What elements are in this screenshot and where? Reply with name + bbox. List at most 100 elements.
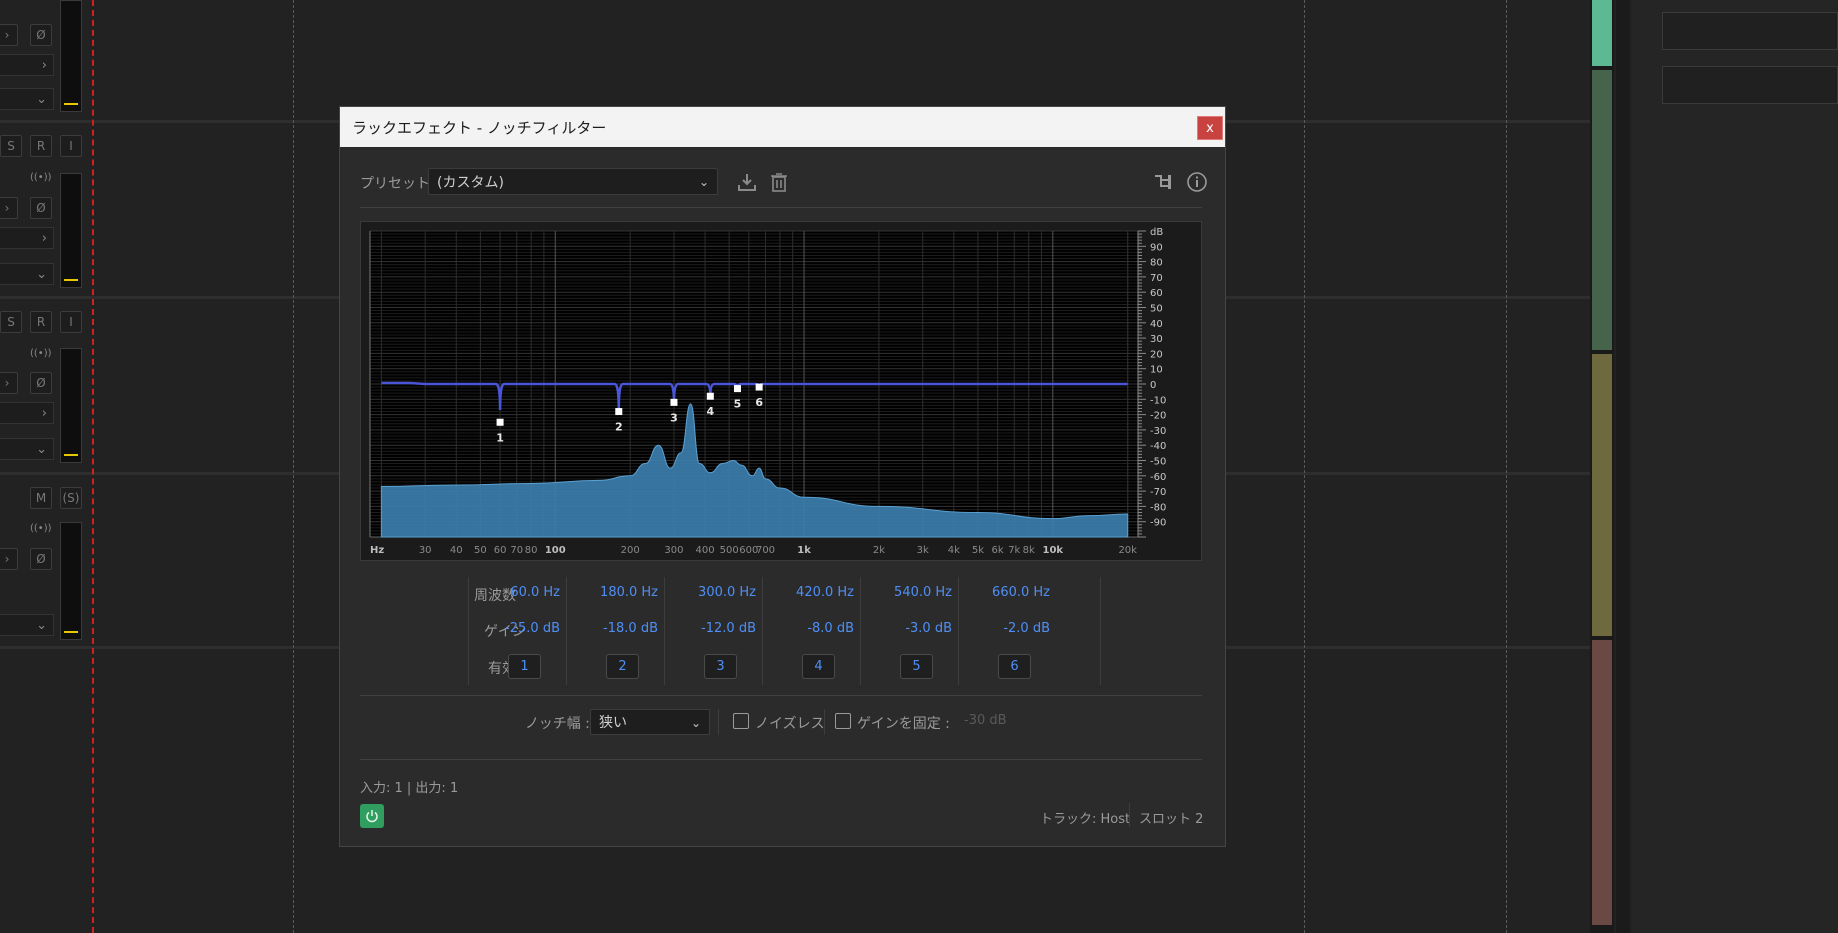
band-enable-button[interactable]: 2 <box>606 654 639 679</box>
clip-overview[interactable] <box>1592 70 1612 350</box>
column-separator <box>958 577 959 685</box>
band-enable-button[interactable]: 1 <box>508 654 541 679</box>
phase-invert-button[interactable]: Ø <box>30 24 52 46</box>
x-tick-label: 4k <box>948 545 960 556</box>
input-icon: ((•)) <box>30 523 52 534</box>
solo-button[interactable]: S <box>0 311 22 333</box>
y-tick-label: -50 <box>1150 457 1166 468</box>
x-tick-label: 60 <box>494 545 507 556</box>
y-tick-label: 10 <box>1150 365 1163 376</box>
mute-button[interactable]: M <box>30 487 52 509</box>
notch-handle[interactable] <box>755 383 763 391</box>
x-tick-label: 700 <box>756 545 775 556</box>
band-frequency-value[interactable]: 180.0 Hz <box>568 585 658 600</box>
band-gain-value[interactable]: -2.0 dB <box>960 621 1050 636</box>
clip-overview[interactable] <box>1592 0 1612 66</box>
band-gain-value[interactable]: -12.0 dB <box>666 621 756 636</box>
panel-field[interactable] <box>1662 12 1838 50</box>
output-field[interactable]: ⌄ <box>0 88 54 110</box>
x-tick-label: 400 <box>695 545 714 556</box>
notch-handle[interactable] <box>733 385 741 393</box>
notch-handle[interactable] <box>670 398 678 406</box>
fix-gain-value[interactable]: -30 dB <box>964 713 1007 728</box>
phase-invert-button[interactable]: Ø <box>30 372 52 394</box>
y-tick-label: 60 <box>1150 288 1163 299</box>
level-meter <box>60 0 82 112</box>
band-frequency-value[interactable]: 660.0 Hz <box>960 585 1050 600</box>
fix-gain-checkbox[interactable] <box>835 713 851 729</box>
expand-button[interactable]: › <box>0 197 18 219</box>
power-icon <box>366 810 378 823</box>
routing-icon[interactable] <box>1152 171 1174 193</box>
scrollbar[interactable] <box>1616 0 1630 933</box>
output-field[interactable]: ⌄ <box>0 263 54 285</box>
notch-label: 1 <box>496 431 504 444</box>
band-frequency-value[interactable]: 540.0 Hz <box>862 585 952 600</box>
y-tick-label: 80 <box>1150 258 1163 269</box>
expand-button[interactable]: › <box>0 548 18 570</box>
band-gain-value[interactable]: -8.0 dB <box>764 621 854 636</box>
solo-button[interactable]: (S) <box>60 487 82 509</box>
record-arm-button[interactable]: R <box>30 135 52 157</box>
info-icon[interactable] <box>1186 171 1208 193</box>
panel-field[interactable] <box>1662 66 1838 104</box>
input-field[interactable]: › <box>0 227 54 249</box>
x-tick-label: 300 <box>664 545 683 556</box>
notch-label: 4 <box>706 405 714 418</box>
dialog-title: ラックエフェクト - ノッチフィルター <box>352 118 607 137</box>
band-enable-button[interactable]: 4 <box>802 654 835 679</box>
separator <box>718 709 719 735</box>
noiseless-checkbox[interactable] <box>733 713 749 729</box>
y-tick-label: -90 <box>1150 518 1166 529</box>
notch-handle[interactable] <box>615 408 623 416</box>
frequency-graph[interactable]: 123 45 6Hz 30 40 50 60 70 80 100 200 300 400 500 60070… <box>360 221 1202 561</box>
dialog-titlebar[interactable]: ラックエフェクト - ノッチフィルター x <box>340 107 1225 147</box>
power-button[interactable] <box>360 804 384 828</box>
notch-handle[interactable] <box>706 392 714 400</box>
x-tick-label: 8k <box>1023 545 1035 556</box>
expand-button[interactable]: › <box>0 372 18 394</box>
side-panel <box>1632 0 1838 933</box>
column-separator <box>468 577 469 685</box>
expand-button[interactable]: › <box>0 24 18 46</box>
band-enable-button[interactable]: 6 <box>998 654 1031 679</box>
band-enable-button[interactable]: 5 <box>900 654 933 679</box>
x-tick-label: 70 <box>510 545 523 556</box>
delete-preset-icon[interactable] <box>768 171 790 193</box>
separator <box>824 709 825 735</box>
notch-handle[interactable] <box>496 418 504 426</box>
x-tick-label: 30 <box>419 545 432 556</box>
solo-button[interactable]: S <box>0 135 22 157</box>
close-button[interactable]: x <box>1197 116 1223 140</box>
band-frequency-value[interactable]: 420.0 Hz <box>764 585 854 600</box>
band-frequency-value[interactable]: 60.0 Hz <box>470 585 560 600</box>
band-enable-button[interactable]: 3 <box>704 654 737 679</box>
clip-overview[interactable] <box>1592 640 1612 925</box>
notch-width-dropdown[interactable]: 狭い ⌄ <box>590 709 710 735</box>
column-separator <box>762 577 763 685</box>
save-preset-icon[interactable] <box>736 171 758 193</box>
clip-overview[interactable] <box>1592 354 1612 636</box>
playhead[interactable] <box>92 0 94 933</box>
x-tick-label: 50 <box>474 545 487 556</box>
output-field[interactable]: ⌄ <box>0 614 54 636</box>
phase-invert-button[interactable]: Ø <box>30 197 52 219</box>
time-gridline <box>1304 0 1305 933</box>
input-field[interactable]: › <box>0 402 54 424</box>
y-tick-label: 0 <box>1150 380 1156 391</box>
band-frequency-value[interactable]: 300.0 Hz <box>666 585 756 600</box>
band-gain-value[interactable]: -18.0 dB <box>568 621 658 636</box>
band-gain-value[interactable]: -25.0 dB <box>470 621 560 636</box>
input-monitor-button[interactable]: I <box>60 135 82 157</box>
x-tick-label: 5k <box>972 545 984 556</box>
x-tick-label: 7k <box>1008 545 1020 556</box>
record-arm-button[interactable]: R <box>30 311 52 333</box>
input-field[interactable]: › <box>0 54 54 76</box>
band-gain-value[interactable]: -3.0 dB <box>862 621 952 636</box>
input-monitor-button[interactable]: I <box>60 311 82 333</box>
preset-dropdown[interactable]: (カスタム) ⌄ <box>428 168 718 195</box>
output-field[interactable]: ⌄ <box>0 438 54 460</box>
fix-gain-label: ゲインを固定 : <box>857 716 950 732</box>
phase-invert-button[interactable]: Ø <box>30 548 52 570</box>
divider <box>360 695 1202 696</box>
